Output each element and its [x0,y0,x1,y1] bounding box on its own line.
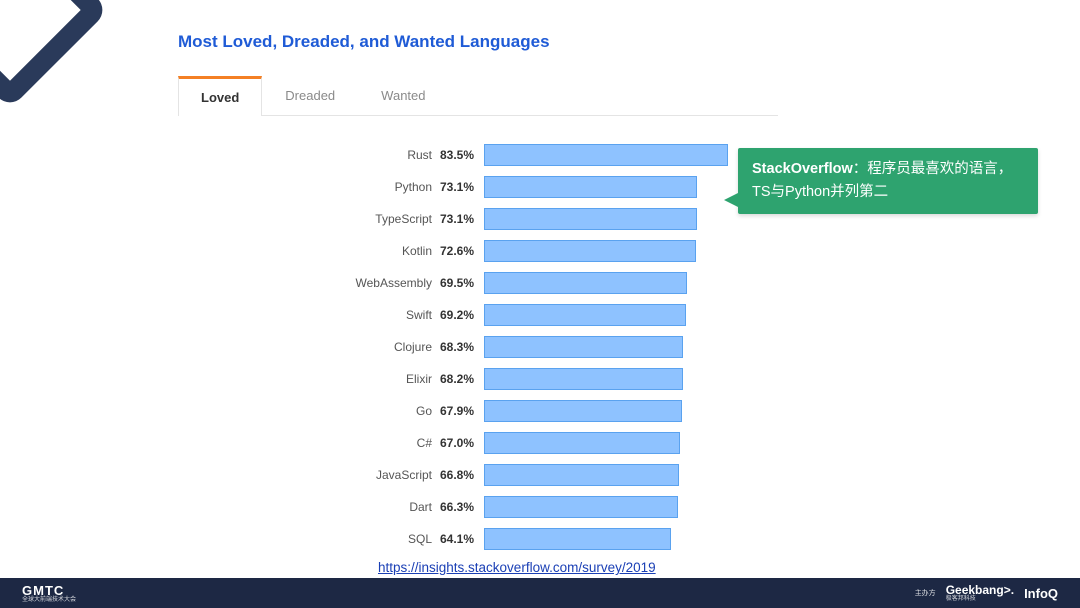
chart-bar-track [484,336,776,358]
chart-row: Clojure68.3% [346,332,776,362]
chart-category-label: Python [346,180,440,194]
chart-bar [484,208,697,230]
chart-value-label: 64.1% [440,532,484,546]
chart-category-label: C# [346,436,440,450]
chart-category-label: Go [346,404,440,418]
chart-category-label: TypeScript [346,212,440,226]
chart-row: Python73.1% [346,172,776,202]
chart-value-label: 73.1% [440,212,484,226]
chart-category-label: JavaScript [346,468,440,482]
chart-bar-track [484,400,776,422]
chart-bar [484,304,686,326]
footer-host-label: 主办方 [915,588,936,598]
chart-value-label: 83.5% [440,148,484,162]
footer-brand-infoq: InfoQ [1024,586,1058,601]
chart-category-label: Dart [346,500,440,514]
footer-left: GMTC 全球大前端技术大会 [22,584,76,603]
chart-bar [484,464,679,486]
chart-value-label: 68.2% [440,372,484,386]
tabs: LovedDreadedWanted [178,76,778,116]
footer-brand-geekbang: Geekbang>. 极客邦科技 [946,584,1014,602]
chart-bar [484,368,683,390]
chart-row: Rust83.5% [346,140,776,170]
tab-wanted[interactable]: Wanted [358,76,448,115]
callout-bold: StackOverflow [752,161,853,177]
chart-bar [484,176,697,198]
chart-bar-track [484,368,776,390]
chart-value-label: 66.3% [440,500,484,514]
chart-bar [484,144,728,166]
chart-bar-track [484,144,776,166]
chart-category-label: SQL [346,532,440,546]
chart-bar [484,528,671,550]
chart-category-label: Kotlin [346,244,440,258]
chart-row: WebAssembly69.5% [346,268,776,298]
chart-bar-track [484,272,776,294]
chart-row: TypeScript73.1% [346,204,776,234]
chart-bar [484,496,678,518]
chart-category-label: WebAssembly [346,276,440,290]
corner-decoration [0,0,109,109]
chart-category-label: Elixir [346,372,440,386]
chart-bar-track [484,208,776,230]
chart-category-label: Clojure [346,340,440,354]
chart-row: Elixir68.2% [346,364,776,394]
footer-logo: GMTC [22,584,76,597]
bar-chart: Rust83.5%Python73.1%TypeScript73.1%Kotli… [346,140,776,556]
chart-bar-track [484,432,776,454]
chart-value-label: 67.9% [440,404,484,418]
chart-bar [484,432,680,454]
chart-category-label: Swift [346,308,440,322]
chart-value-label: 68.3% [440,340,484,354]
chart-bar [484,400,682,422]
chart-category-label: Rust [346,148,440,162]
footer-logo-sub: 全球大前端技术大会 [22,597,76,603]
chart-value-label: 67.0% [440,436,484,450]
footer: GMTC 全球大前端技术大会 主办方 Geekbang>. 极客邦科技 Info… [0,578,1080,608]
chart-value-label: 66.8% [440,468,484,482]
chart-row: C#67.0% [346,428,776,458]
chart-row: Dart66.3% [346,492,776,522]
chart-row: SQL64.1% [346,524,776,554]
chart-row: JavaScript66.8% [346,460,776,490]
chart-bar-track [484,304,776,326]
chart-row: Swift69.2% [346,300,776,330]
chart-bar-track [484,528,776,550]
chart-bar-track [484,464,776,486]
footer-right: 主办方 Geekbang>. 极客邦科技 InfoQ [915,584,1058,602]
chart-bar [484,272,687,294]
chart-value-label: 73.1% [440,180,484,194]
chart-bar-track [484,496,776,518]
page-title: Most Loved, Dreaded, and Wanted Language… [178,32,550,52]
tab-loved[interactable]: Loved [178,76,262,116]
chart-value-label: 69.2% [440,308,484,322]
chart-value-label: 69.5% [440,276,484,290]
source-link[interactable]: https://insights.stackoverflow.com/surve… [378,560,656,575]
callout-annotation: StackOverflow：程序员最喜欢的语言，TS与Python并列第二 [738,148,1038,214]
chart-bar-track [484,240,776,262]
chart-value-label: 72.6% [440,244,484,258]
chart-bar [484,240,696,262]
chart-bar [484,336,683,358]
tab-dreaded[interactable]: Dreaded [262,76,358,115]
chart-row: Kotlin72.6% [346,236,776,266]
chart-row: Go67.9% [346,396,776,426]
